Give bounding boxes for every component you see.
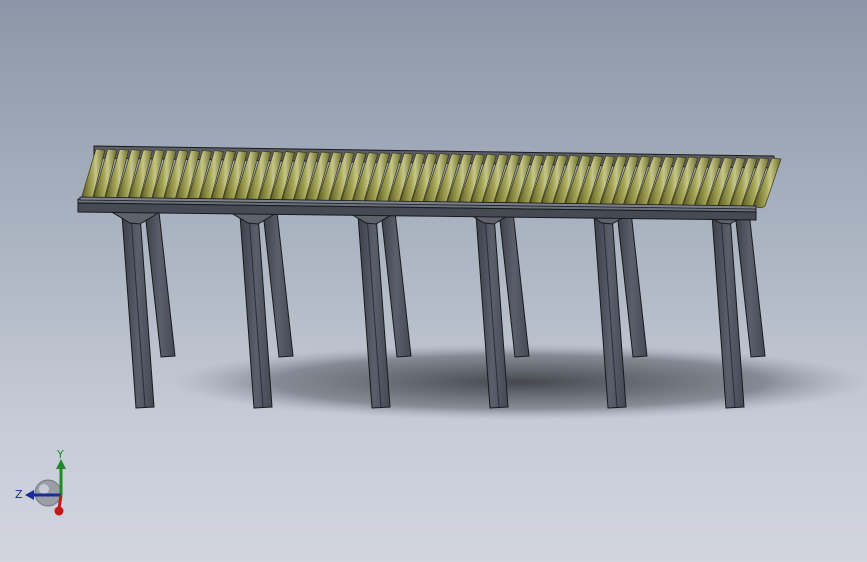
back-leg <box>734 211 766 358</box>
back-leg <box>616 211 648 358</box>
view-orientation-triad[interactable]: Y Z <box>10 445 80 525</box>
graphics-viewport[interactable]: Y Z <box>0 0 867 562</box>
back-legs <box>144 211 766 358</box>
triad-sphere-highlight <box>39 484 49 494</box>
z-axis-arrow-icon <box>25 490 34 500</box>
back-leg <box>144 211 176 358</box>
x-axis-tip-icon <box>54 506 64 516</box>
back-leg <box>262 211 294 358</box>
y-axis-label: Y <box>56 448 64 461</box>
triad-sphere <box>34 479 62 507</box>
back-leg <box>498 211 530 358</box>
z-axis-label: Z <box>15 488 23 501</box>
back-leg <box>380 211 412 358</box>
conveyor-3d-model[interactable] <box>0 0 867 562</box>
